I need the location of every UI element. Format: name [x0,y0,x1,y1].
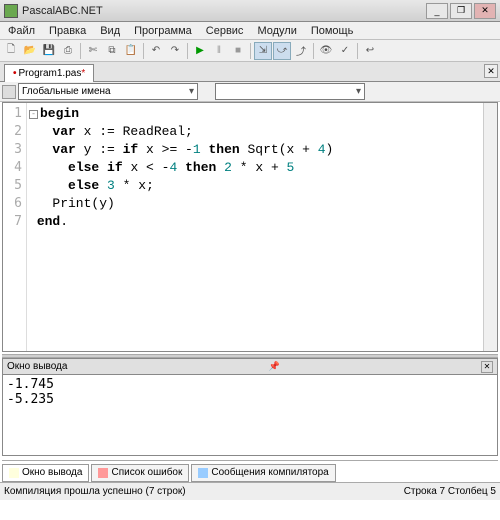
status-cursor: Строка 7 Столбец 5 [404,486,496,497]
toolbar-separator [357,43,358,59]
pin-icon[interactable]: 📌 [269,361,280,372]
members-combo[interactable] [215,83,365,100]
tab-messages-label: Сообщения компилятора [211,467,328,478]
menu-bar: Файл Правка Вид Программа Сервис Модули … [0,22,500,40]
errors-tab-icon [98,468,108,478]
menu-edit[interactable]: Правка [43,24,92,38]
run-icon[interactable]: ▶ [191,42,209,60]
copy-icon[interactable]: ⧉ [103,42,121,60]
undo-icon[interactable]: ↶ [147,42,165,60]
save-all-icon[interactable]: ⎙ [59,42,77,60]
paste-icon[interactable]: 📋 [122,42,140,60]
output-pane[interactable]: -1.745 -5.235 [2,374,498,456]
main-split: 1 2 3 4 5 6 7 -begin var x := ReadReal; … [0,102,500,520]
close-button[interactable]: ✕ [474,3,496,19]
step-out-icon[interactable]: ⤴ [292,42,310,60]
window-title: PascalABC.NET [22,5,426,17]
line-gutter: 1 2 3 4 5 6 7 [3,103,27,351]
cut-icon[interactable]: ✄ [84,42,102,60]
tab-output-label: Окно вывода [22,467,82,478]
save-icon[interactable]: 💾 [40,42,58,60]
output-close-icon[interactable]: ✕ [481,361,493,373]
messages-tab-icon [198,468,208,478]
step-over-icon[interactable]: ⤻ [273,42,291,60]
menu-modules[interactable]: Модули [251,24,302,38]
line-number: 2 [3,123,22,141]
pause-icon[interactable]: ‖ [210,42,228,60]
menu-view[interactable]: Вид [94,24,126,38]
tab-close-icon[interactable]: ✕ [484,64,498,78]
output-title-label: Окно вывода [7,361,67,372]
tab-errors-label: Список ошибок [111,467,182,478]
output-tab-icon [9,468,19,478]
output-line: -5.235 [7,392,54,407]
maximize-button[interactable]: ❐ [450,3,472,19]
tab-errors[interactable]: Список ошибок [91,464,189,482]
tab-strip: • Program1.pas * ✕ [0,62,500,82]
new-file-icon[interactable]: 🗋 [2,42,20,60]
code-editor[interactable]: -begin var x := ReadReal; var y := if x … [27,103,497,351]
output-line: -1.745 [7,377,54,392]
redo-icon[interactable]: ↷ [166,42,184,60]
line-number: 5 [3,177,22,195]
open-file-icon[interactable]: 📂 [21,42,39,60]
bottom-tab-strip: Окно вывода Список ошибок Сообщения комп… [2,460,498,482]
menu-file[interactable]: Файл [2,24,41,38]
navigation-bar: Глобальные имена [0,82,500,102]
toolbar-separator [250,43,251,59]
toolbar-separator [187,43,188,59]
scope-icon [2,85,16,99]
test-icon[interactable]: ✓ [336,42,354,60]
modified-indicator-icon: • [13,68,17,79]
editor-pane: 1 2 3 4 5 6 7 -begin var x := ReadReal; … [2,102,498,352]
editor-scrollbar[interactable] [483,103,497,351]
line-number: 6 [3,195,22,213]
window-controls: _ ❐ ✕ [426,3,496,19]
tab-program1[interactable]: • Program1.pas * [4,64,94,82]
line-number: 7 [3,213,22,231]
stop-icon[interactable]: ■ [229,42,247,60]
title-bar: PascalABC.NET _ ❐ ✕ [0,0,500,22]
scope-combo[interactable]: Глобальные имена [18,83,198,100]
tab-label: Program1.pas [19,68,82,79]
line-number: 3 [3,141,22,159]
menu-program[interactable]: Программа [128,24,198,38]
status-bar: Компиляция прошла успешно (7 строк) Стро… [0,482,500,500]
toolbar-separator [313,43,314,59]
step-into-icon[interactable]: ⇲ [254,42,272,60]
menu-help[interactable]: Помощь [305,24,360,38]
watch-icon[interactable]: 👁 [317,42,335,60]
wrap-icon[interactable]: ↩ [361,42,379,60]
toolbar-separator [143,43,144,59]
modified-indicator-icon: * [81,68,85,79]
tab-messages[interactable]: Сообщения компилятора [191,464,335,482]
tab-output[interactable]: Окно вывода [2,464,89,482]
minimize-button[interactable]: _ [426,3,448,19]
menu-service[interactable]: Сервис [200,24,250,38]
output-title-bar: Окно вывода 📌 ✕ [2,358,498,374]
fold-icon[interactable]: - [29,110,38,119]
status-compile: Компиляция прошла успешно (7 строк) [4,486,186,497]
toolbar-separator [80,43,81,59]
line-number: 4 [3,159,22,177]
scope-combo-label: Глобальные имена [22,86,111,97]
app-icon [4,4,18,18]
line-number: 1 [3,105,22,123]
toolbar: 🗋 📂 💾 ⎙ ✄ ⧉ 📋 ↶ ↷ ▶ ‖ ■ ⇲ ⤻ ⤴ 👁 ✓ ↩ [0,40,500,62]
